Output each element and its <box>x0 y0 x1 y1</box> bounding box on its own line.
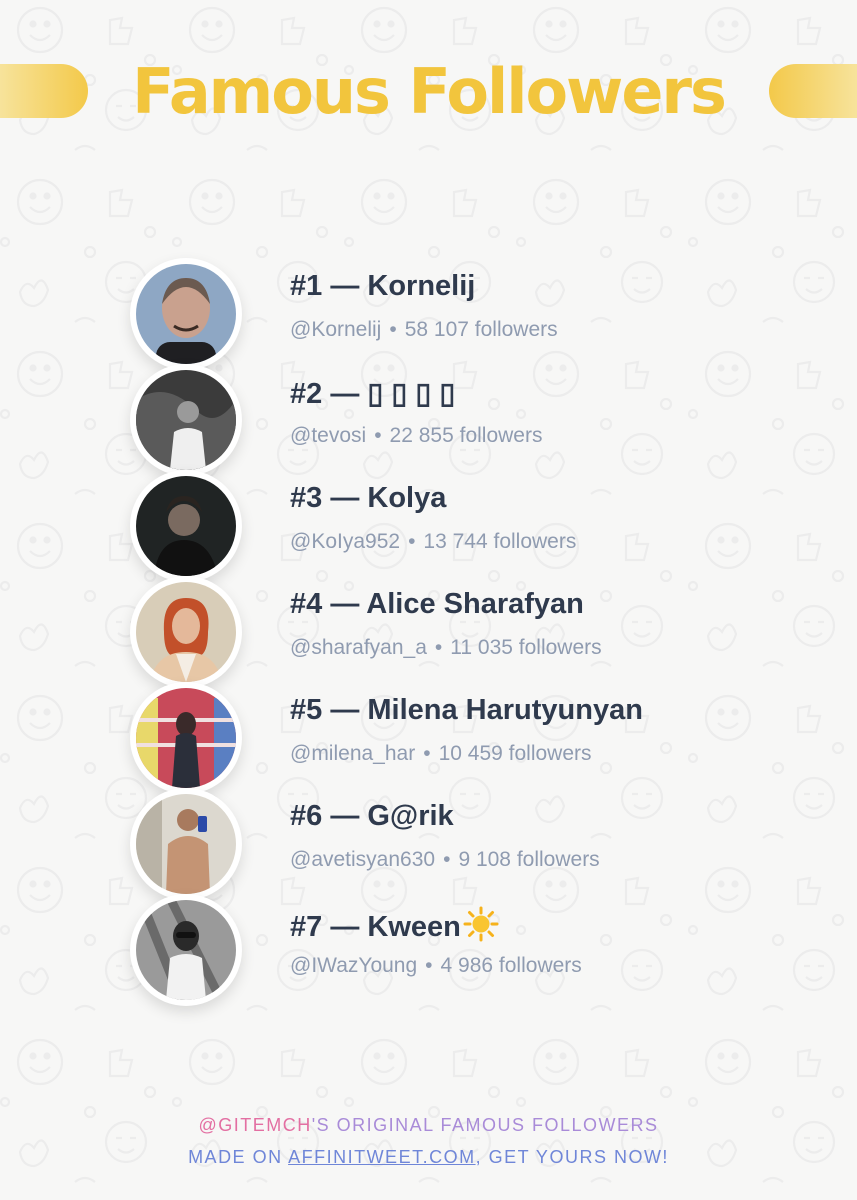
footer-line-2-prefix: MADE ON <box>188 1147 289 1167</box>
follower-name: #3 — Kolya <box>290 482 447 514</box>
follower-name: #5 — Milena Harutyunyan <box>290 694 643 726</box>
follower-count: 11 035 followers <box>450 636 602 659</box>
follower-row[interactable]: #3 — Kolya @KoIya952 • 13 744 followers <box>130 470 770 582</box>
follower-count: 10 459 followers <box>438 742 592 765</box>
avatar-photo <box>136 688 236 788</box>
follower-meta: @IWazYoung • 4 986 followers <box>290 954 582 978</box>
follower-row[interactable]: #2 — ▯ ▯ ▯ ▯ @tevosi • 22 855 followers <box>130 364 770 476</box>
follower-meta: @tevosi • 22 855 followers <box>290 424 542 448</box>
avatar-photo <box>136 476 236 576</box>
follower-name-text: #7 — Kween <box>290 911 461 943</box>
follower-count: 9 108 followers <box>458 848 600 871</box>
follower-meta: @milena_har • 10 459 followers <box>290 742 592 766</box>
follower-row[interactable]: #7 — Kween @IWazYoung • 4 986 followers <box>130 894 770 1006</box>
separator-dot: • <box>408 530 416 553</box>
footer-line-1: @GITEMCH'S ORIGINAL FAMOUS FOLLOWERS <box>0 1115 857 1136</box>
follower-count: 58 107 followers <box>404 318 558 341</box>
affinitweet-link[interactable]: AFFINITWEET.COM <box>288 1147 476 1167</box>
avatar[interactable] <box>130 258 242 370</box>
follower-name: #7 — Kween <box>290 906 499 944</box>
follower-meta: @KoIya952 • 13 744 followers <box>290 530 576 554</box>
follower-name: #6 — G@rik <box>290 800 454 832</box>
avatar[interactable] <box>130 576 242 688</box>
follower-handle[interactable]: @KoIya952 <box>290 530 400 553</box>
follower-meta: @avetisyan630 • 9 108 followers <box>290 848 600 872</box>
avatar[interactable] <box>130 894 242 1006</box>
avatar[interactable] <box>130 682 242 794</box>
famous-followers-card: Famous Followers #1 — Kornelij @Kornelij… <box>0 0 857 1200</box>
separator-dot: • <box>374 424 382 447</box>
footer-line-1-text: 'S ORIGINAL FAMOUS FOLLOWERS <box>311 1115 659 1135</box>
follower-name: #4 — Alice Sharafyan <box>290 588 584 620</box>
follower-row[interactable]: #1 — Kornelij @Kornelij • 58 107 followers <box>130 258 770 370</box>
follower-row[interactable]: #6 — G@rik @avetisyan630 • 9 108 followers <box>130 788 770 900</box>
avatar-photo <box>136 582 236 682</box>
follower-count: 4 986 followers <box>440 954 582 977</box>
follower-handle[interactable]: @Kornelij <box>290 318 381 341</box>
follower-meta: @sharafyan_a • 11 035 followers <box>290 636 602 660</box>
follower-row[interactable]: #4 — Alice Sharafyan @sharafyan_a • 11 035… <box>130 576 770 688</box>
follower-handle[interactable]: @milena_har <box>290 742 415 765</box>
page-title: Famous Followers <box>132 55 727 128</box>
separator-dot: • <box>434 636 443 659</box>
avatar[interactable] <box>130 364 242 476</box>
footer-line-2-suffix: , GET YOURS NOW! <box>475 1147 669 1167</box>
separator-dot: • <box>423 742 431 765</box>
follower-handle[interactable]: @IWazYoung <box>290 954 417 977</box>
follower-row[interactable]: #5 — Milena Harutyunyan @milena_har • 10 4… <box>130 682 770 794</box>
footer-handle[interactable]: @GITEMCH <box>198 1115 311 1135</box>
follower-meta: @Kornelij • 58 107 followers <box>290 318 558 342</box>
separator-dot: • <box>443 848 451 871</box>
follower-handle[interactable]: @sharafyan_a <box>290 636 427 659</box>
sun-emoji-icon <box>463 906 499 942</box>
follower-handle[interactable]: @tevosi <box>290 424 366 447</box>
avatar-photo <box>136 900 236 1000</box>
avatar-photo <box>136 370 236 470</box>
separator-dot: • <box>389 318 397 341</box>
avatar-photo <box>136 264 236 364</box>
follower-name: #2 — ▯ ▯ ▯ ▯ <box>290 378 456 410</box>
avatar-photo <box>136 794 236 894</box>
avatar[interactable] <box>130 788 242 900</box>
follower-name: #1 — Kornelij <box>290 270 476 302</box>
avatar[interactable] <box>130 470 242 582</box>
separator-dot: • <box>425 954 433 977</box>
footer-line-2: MADE ON AFFINITWEET.COM, GET YOURS NOW! <box>0 1147 857 1168</box>
follower-count: 13 744 followers <box>423 530 577 553</box>
follower-count: 22 855 followers <box>389 424 543 447</box>
follower-handle[interactable]: @avetisyan630 <box>290 848 435 871</box>
